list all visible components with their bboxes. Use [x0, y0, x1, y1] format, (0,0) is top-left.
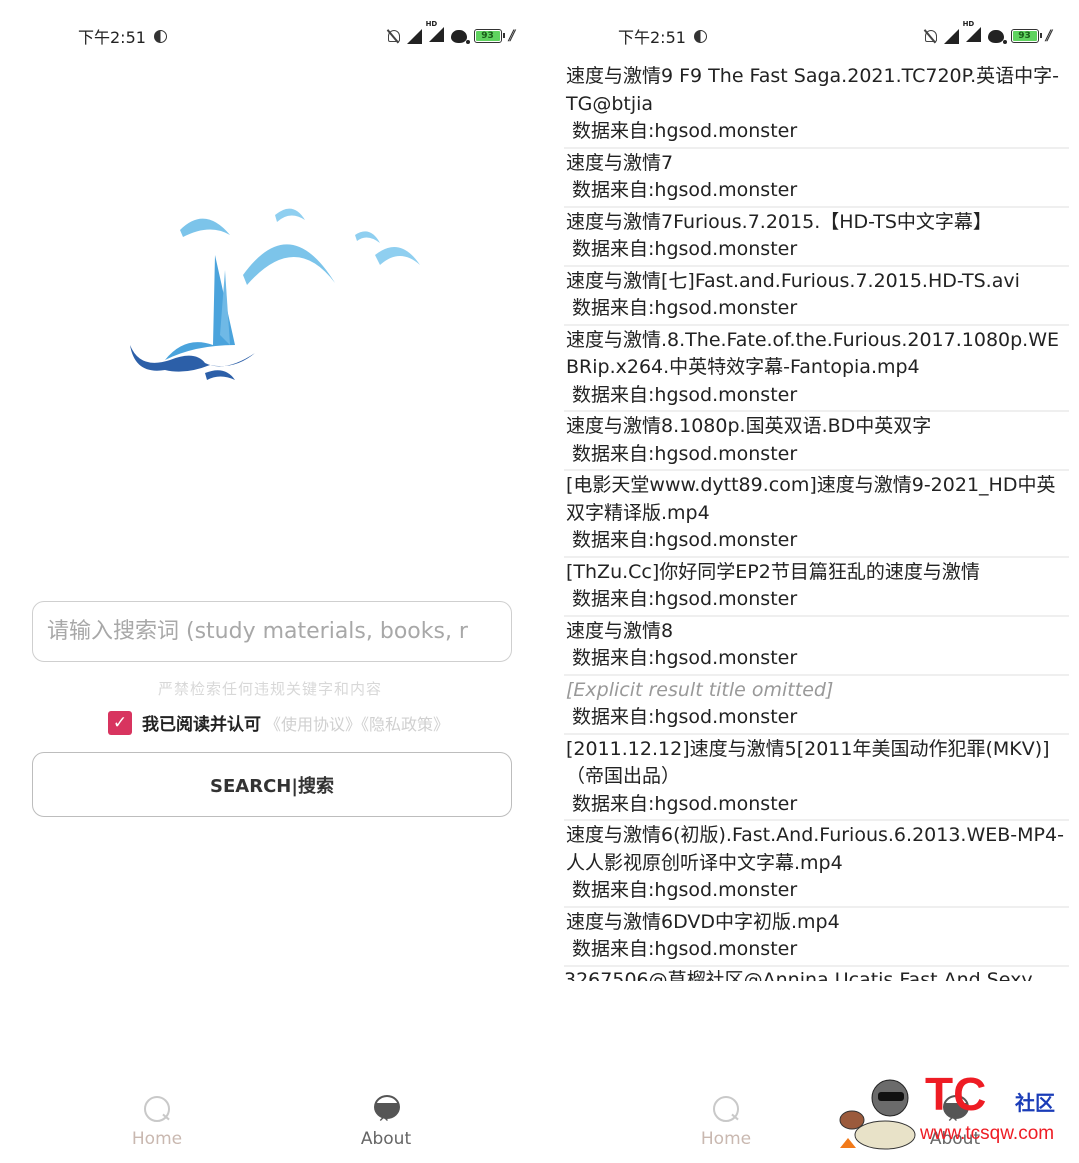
- result-source: 数据来自:hgsod.monster: [572, 792, 798, 815]
- wifi-icon: [987, 29, 1007, 44]
- result-item[interactable]: [Explicit result title omitted] 数据来自:hgso…: [564, 676, 1069, 735]
- result-title: [2011.12.12]速度与激情5[2011年美国动作犯罪(MKV)]（帝国出…: [566, 737, 1050, 788]
- bell-off-icon: [923, 29, 937, 43]
- result-source: 数据来自:hgsod.monster: [572, 706, 798, 728]
- search-icon: [712, 1095, 740, 1125]
- search-input[interactable]: [47, 619, 497, 644]
- result-item[interactable]: 速度与激情7 数据来自:hgsod.monster: [564, 149, 1069, 208]
- app-logo: [130, 208, 420, 380]
- nav-about-label: About: [360, 1129, 412, 1149]
- battery-icon: 93: [1010, 29, 1042, 43]
- result-title: 速度与激情7Furious.7.2015.【HD-TS中文字幕】: [566, 210, 992, 233]
- status-bar: 下午2:51 HD 93 //: [78, 20, 516, 50]
- check-icon: ✓: [112, 712, 128, 733]
- result-source: 数据来自:hgsod.monster: [572, 879, 798, 901]
- status-time: 下午2:51: [618, 28, 686, 47]
- site-watermark: TC 社区 www.tcsqw.com: [830, 1065, 1075, 1155]
- about-icon: [372, 1095, 400, 1126]
- result-item[interactable]: [2011.12.12]速度与激情5[2011年美国动作犯罪(MKV)]（帝国出…: [564, 735, 1069, 821]
- battery-level: 93: [475, 31, 500, 41]
- signal-hd-icon: HD: [426, 20, 444, 46]
- battery-level: 93: [1012, 31, 1037, 41]
- nav-home[interactable]: Home: [671, 1095, 781, 1149]
- result-title: 速度与激情.8.The.Fate.of.the.Furious.2017.108…: [566, 328, 1060, 379]
- search-icon: [143, 1095, 171, 1125]
- results-screen: 下午2:51 HD 93 // 速度与激情9 F9 The Fast Saga.…: [540, 0, 1079, 1163]
- results-list: 速度与激情9 F9 The Fast Saga.2021.TC720P.英语中字…: [564, 62, 1069, 981]
- result-source: 数据来自:hgsod.monster: [572, 588, 798, 610]
- yinyang-icon: [693, 29, 707, 43]
- result-source: 数据来自:hgsod.monster: [572, 647, 798, 669]
- bottom-nav: Home About: [0, 1083, 540, 1163]
- nav-home[interactable]: Home: [102, 1095, 212, 1149]
- signal-hd-icon: HD: [963, 20, 981, 46]
- agreement-row: ✓ 我已阅读并认可 《使用协议》《隐私政策》: [108, 710, 449, 735]
- result-item[interactable]: 速度与激情[七]Fast.and.Furious.7.2015.HD-TS.av…: [564, 267, 1069, 326]
- result-title: [电影天堂www.dytt89.com]速度与激情9-2021_HD中英双字精译…: [566, 474, 1056, 524]
- yinyang-icon: [153, 29, 167, 43]
- status-time: 下午2:51: [78, 28, 146, 47]
- result-source: 数据来自:hgsod.monster: [572, 529, 798, 551]
- result-title: 速度与激情7: [566, 151, 674, 174]
- watermark-brand: TC: [925, 1068, 987, 1120]
- result-title: 速度与激情[七]Fast.and.Furious.7.2015.HD-TS.av…: [566, 269, 1020, 292]
- wifi-icon: [450, 29, 470, 44]
- result-source: 数据来自:hgsod.monster: [572, 238, 798, 260]
- result-source: 数据来自:hgsod.monster: [572, 179, 798, 201]
- bell-off-icon: [386, 29, 400, 43]
- result-title: 速度与激情6DVD中字初版.mp4: [566, 910, 840, 933]
- result-title: [ThZu.Cc]你好同学EP2节目篇狂乱的速度与激情: [566, 560, 980, 583]
- result-item[interactable]: 速度与激情9 F9 The Fast Saga.2021.TC720P.英语中字…: [564, 62, 1069, 149]
- result-item[interactable]: 速度与激情.8.The.Fate.of.the.Furious.2017.108…: [564, 326, 1069, 412]
- result-title: 速度与激情8.1080p.国英双语.BD中英双字: [566, 415, 932, 437]
- result-title: [Explicit result title omitted]: [566, 678, 834, 701]
- agree-label: 我已阅读并认可: [142, 715, 261, 735]
- result-source: 数据来自:hgsod.monster: [572, 383, 798, 406]
- result-item[interactable]: 速度与激情8 数据来自:hgsod.monster: [564, 617, 1069, 676]
- watermark-url: www.tcsqw.com: [920, 1123, 1055, 1144]
- search-field[interactable]: [32, 601, 512, 662]
- result-item[interactable]: 速度与激情7Furious.7.2015.【HD-TS中文字幕】数据来自:hgs…: [564, 208, 1069, 267]
- watermark-brand-cn: 社区: [1015, 1091, 1055, 1115]
- result-source: 数据来自:hgsod.monster: [572, 938, 798, 960]
- result-source: 数据来自:hgsod.monster: [572, 120, 798, 142]
- result-item-partial[interactable]: 3267506@草榴社区@Annina Ucatis Fast And Sexy: [564, 967, 1069, 981]
- search-button[interactable]: SEARCH|搜索: [32, 752, 512, 817]
- hd-label: HD: [962, 19, 975, 28]
- nav-about[interactable]: About: [331, 1095, 441, 1149]
- result-title: 速度与激情9 F9 The Fast Saga.2021.TC720P.英语中字…: [566, 65, 1060, 115]
- result-title: 速度与激情6(初版).Fast.And.Furious.6.2013.WEB-M…: [566, 824, 1064, 874]
- result-source: 数据来自:hgsod.monster: [572, 297, 798, 319]
- agree-checkbox[interactable]: ✓: [108, 710, 132, 735]
- signal-icon: [406, 28, 422, 44]
- agreement-links[interactable]: 《使用协议》《隐私政策》: [265, 711, 449, 735]
- result-item[interactable]: 速度与激情6DVD中字初版.mp4 数据来自:hgsod.monster: [564, 908, 1069, 967]
- nav-home-label: Home: [131, 1129, 183, 1149]
- charging-icon: //: [508, 28, 516, 44]
- home-screen: 下午2:51 HD 93 // 严禁检索任何违规关键字和内容 ✓ 我已阅读并认可…: [0, 0, 540, 1163]
- signal-icon: [943, 28, 959, 44]
- result-item[interactable]: [电影天堂www.dytt89.com]速度与激情9-2021_HD中英双字精译…: [564, 471, 1069, 558]
- result-source: 数据来自:hgsod.monster: [572, 442, 798, 465]
- search-warning: 严禁检索任何违规关键字和内容: [157, 680, 382, 698]
- result-item[interactable]: 速度与激情6(初版).Fast.And.Furious.6.2013.WEB-M…: [564, 821, 1069, 908]
- status-bar: 下午2:51 HD 93 //: [618, 20, 1053, 50]
- nav-home-label: Home: [700, 1129, 752, 1149]
- result-title: 速度与激情8: [566, 619, 674, 642]
- result-item[interactable]: [ThZu.Cc]你好同学EP2节目篇狂乱的速度与激情数据来自:hgsod.mo…: [564, 558, 1069, 617]
- mascot-illustration: [839, 1079, 916, 1150]
- result-item[interactable]: 速度与激情8.1080p.国英双语.BD中英双字数据来自:hgsod.monst…: [564, 412, 1069, 471]
- charging-icon: //: [1045, 28, 1053, 44]
- battery-icon: 93: [473, 29, 505, 43]
- hd-label: HD: [425, 19, 438, 28]
